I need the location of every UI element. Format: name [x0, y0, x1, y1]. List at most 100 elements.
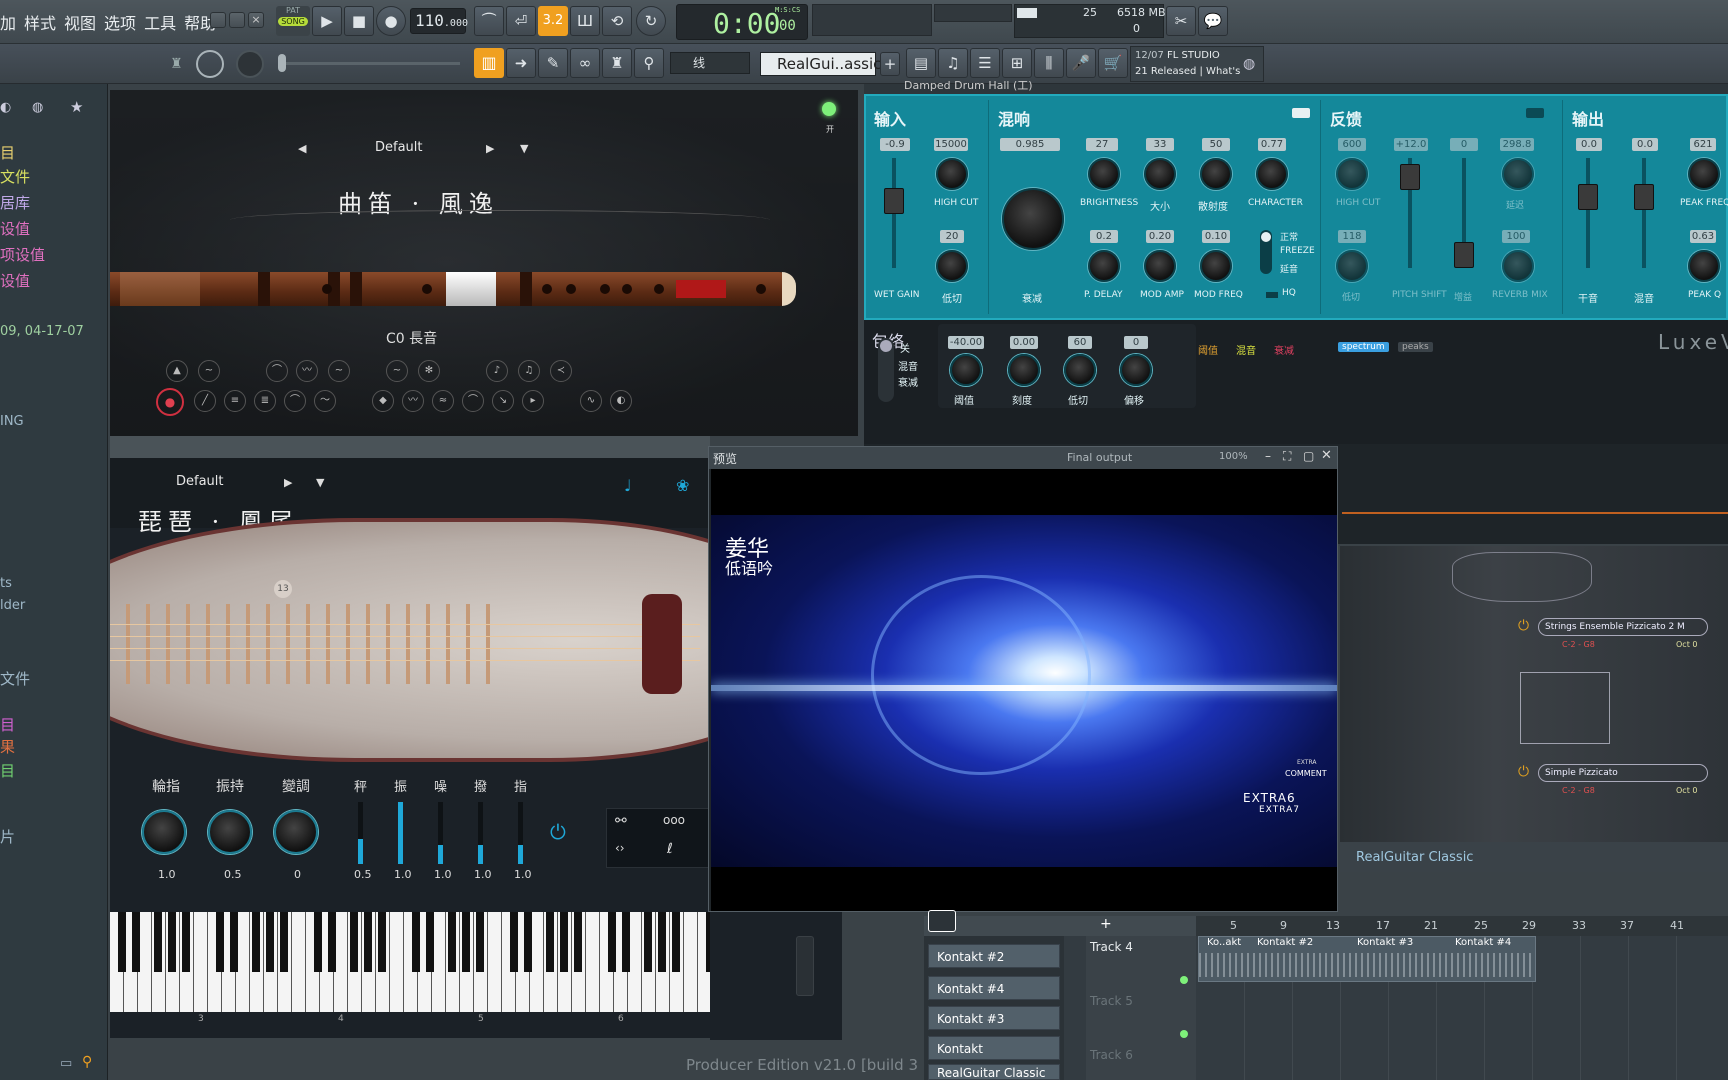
- pipa-preset-name[interactable]: Default: [176, 474, 224, 489]
- articulation-button[interactable]: ▲: [166, 360, 188, 382]
- env-offset-knob[interactable]: [1120, 354, 1152, 386]
- swap-icon[interactable]: ‹›: [615, 841, 625, 855]
- mixer-button[interactable]: ⫼: [1034, 48, 1064, 78]
- high-cut-knob[interactable]: [936, 158, 968, 190]
- news-panel[interactable]: 12/07 FL STUDIO 21 Released | What's ◍: [1130, 46, 1264, 82]
- track-name[interactable]: Track 4: [1090, 940, 1133, 954]
- slider-handle[interactable]: [1578, 184, 1598, 210]
- diffusion-knob[interactable]: [1200, 158, 1232, 190]
- channel-label[interactable]: RealGuitar Classic: [1356, 850, 1473, 865]
- timeline-ruler[interactable]: 5 9 13 17 21 25 29 33 37 41: [1196, 916, 1728, 936]
- pat-song-toggle[interactable]: PAT SONG: [276, 6, 310, 36]
- feedback-gain-slider[interactable]: [1454, 158, 1474, 268]
- tempo-display[interactable]: 110.000: [410, 8, 468, 34]
- playlist-grid[interactable]: Ko..akt Kontakt #2 Kontakt #3 Kontakt #4: [1196, 936, 1728, 1080]
- menu-item-tools[interactable]: 工具: [144, 10, 176, 34]
- mode-switch[interactable]: [1260, 230, 1272, 274]
- instrument-power-icon[interactable]: ⏻: [1518, 618, 1529, 634]
- metronome-button[interactable]: ⏜: [474, 6, 504, 36]
- blend-notes-button[interactable]: Ш: [570, 6, 600, 36]
- pattern-clip-group[interactable]: Ko..akt Kontakt #2 Kontakt #3 Kontakt #4: [1198, 936, 1536, 982]
- articulation-button[interactable]: ≣: [254, 390, 276, 412]
- maximize-icon[interactable]: ▢: [1303, 449, 1314, 463]
- slider-handle[interactable]: [884, 188, 904, 214]
- slider-handle[interactable]: [1400, 164, 1420, 190]
- brightness-knob[interactable]: [1088, 158, 1120, 190]
- bend-knob[interactable]: [274, 810, 318, 854]
- slider-handle[interactable]: [278, 54, 286, 72]
- browser-item[interactable]: 设值: [0, 218, 30, 239]
- wet-slider[interactable]: [1634, 158, 1654, 268]
- peak-q-knob[interactable]: [1688, 250, 1720, 282]
- tuning-button[interactable]: ⚲: [634, 48, 664, 78]
- browser-icon-globe[interactable]: ◍: [32, 100, 43, 115]
- microphone-button[interactable]: 🎤: [1066, 48, 1096, 78]
- env-scale-knob[interactable]: [1008, 354, 1040, 386]
- instrument-name-field[interactable]: Simple Pizzicato: [1538, 764, 1708, 782]
- low-cut-knob[interactable]: [936, 250, 968, 282]
- minimize-button[interactable]: [210, 12, 226, 28]
- channel-button[interactable]: Kontakt #4: [928, 976, 1060, 1000]
- fullscreen-icon[interactable]: ⛶: [1283, 449, 1291, 464]
- menu-item-view[interactable]: 视图: [64, 10, 96, 34]
- tuning-icon[interactable]: ♩: [624, 476, 632, 495]
- predelay-knob[interactable]: [1088, 250, 1120, 282]
- articulation-button[interactable]: ≺: [550, 360, 572, 382]
- close-button[interactable]: ×: [248, 12, 264, 28]
- articulation-button[interactable]: ◆: [372, 390, 394, 412]
- articulation-button[interactable]: ↘: [492, 390, 514, 412]
- cut-button[interactable]: ✂: [1166, 6, 1196, 36]
- articulation-button[interactable]: ▸: [522, 390, 544, 412]
- browser-item[interactable]: 片: [0, 826, 15, 847]
- master-pitch-knob[interactable]: [236, 50, 264, 78]
- add-channel-button[interactable]: +: [880, 52, 900, 76]
- track-led[interactable]: [1180, 1030, 1188, 1038]
- brush-button[interactable]: ✎: [538, 48, 568, 78]
- link-button[interactable]: ∞: [570, 48, 600, 78]
- piano-roll-button[interactable]: ▥: [474, 48, 504, 78]
- articulation-button[interactable]: ≡: [224, 390, 246, 412]
- articulation-button[interactable]: ~: [386, 360, 408, 382]
- hand-icon[interactable]: ℓ: [667, 841, 673, 857]
- preset-menu-icon[interactable]: ▼: [520, 142, 528, 155]
- prev-preset-icon[interactable]: ◀: [298, 142, 306, 155]
- channel-button[interactable]: Kontakt #3: [928, 1006, 1060, 1030]
- browser-item[interactable]: ts: [0, 576, 12, 591]
- stamp-button[interactable]: ♜: [602, 48, 632, 78]
- minimize-icon[interactable]: –: [1265, 449, 1271, 463]
- articulation-button[interactable]: 〰: [296, 360, 318, 382]
- piano-roll-view-button[interactable]: ♫: [938, 48, 968, 78]
- env-threshold-knob[interactable]: [950, 354, 982, 386]
- pipa-slider[interactable]: [398, 802, 403, 864]
- articulation-button[interactable]: ╱: [194, 390, 216, 412]
- articulation-button[interactable]: 〰: [402, 390, 424, 412]
- reverb-toggle[interactable]: [1292, 108, 1310, 118]
- browser-item[interactable]: 居库: [0, 192, 30, 213]
- articulation-button[interactable]: ~: [198, 360, 220, 382]
- pipa-slider[interactable]: [518, 802, 523, 864]
- guitar-icon[interactable]: ⚯: [615, 813, 627, 829]
- pattern-selector[interactable]: [934, 4, 1012, 22]
- menu-item-options[interactable]: 选项: [104, 10, 136, 34]
- menu-item-add[interactable]: 加: [0, 10, 16, 34]
- browser-item[interactable]: lder: [0, 598, 25, 613]
- playlist-tools-icon[interactable]: [928, 910, 956, 932]
- browser-item[interactable]: 目: [0, 714, 15, 735]
- restore-button[interactable]: [229, 12, 245, 28]
- folder-icon[interactable]: ▭: [60, 1056, 72, 1071]
- fb-lowcut-knob[interactable]: [1336, 250, 1368, 282]
- articulation-button-active[interactable]: ●: [156, 388, 184, 416]
- play-button[interactable]: ▶: [312, 6, 342, 36]
- articulation-button[interactable]: ≈: [432, 390, 454, 412]
- hq-toggle[interactable]: [1266, 292, 1278, 298]
- articulation-button[interactable]: ⌒: [284, 390, 306, 412]
- envelope-mode-switch[interactable]: [878, 338, 894, 402]
- preset-menu-icon[interactable]: ▼: [316, 476, 324, 489]
- store-button[interactable]: 🛒: [1098, 48, 1128, 78]
- browser-item[interactable]: 设值: [0, 270, 30, 291]
- next-preset-icon[interactable]: ▶: [486, 142, 494, 155]
- slider-handle[interactable]: [1454, 242, 1474, 268]
- lotus-icon[interactable]: ❀: [676, 476, 689, 495]
- channel-button[interactable]: Kontakt #2: [928, 944, 1060, 968]
- close-icon[interactable]: ✕: [1321, 448, 1332, 463]
